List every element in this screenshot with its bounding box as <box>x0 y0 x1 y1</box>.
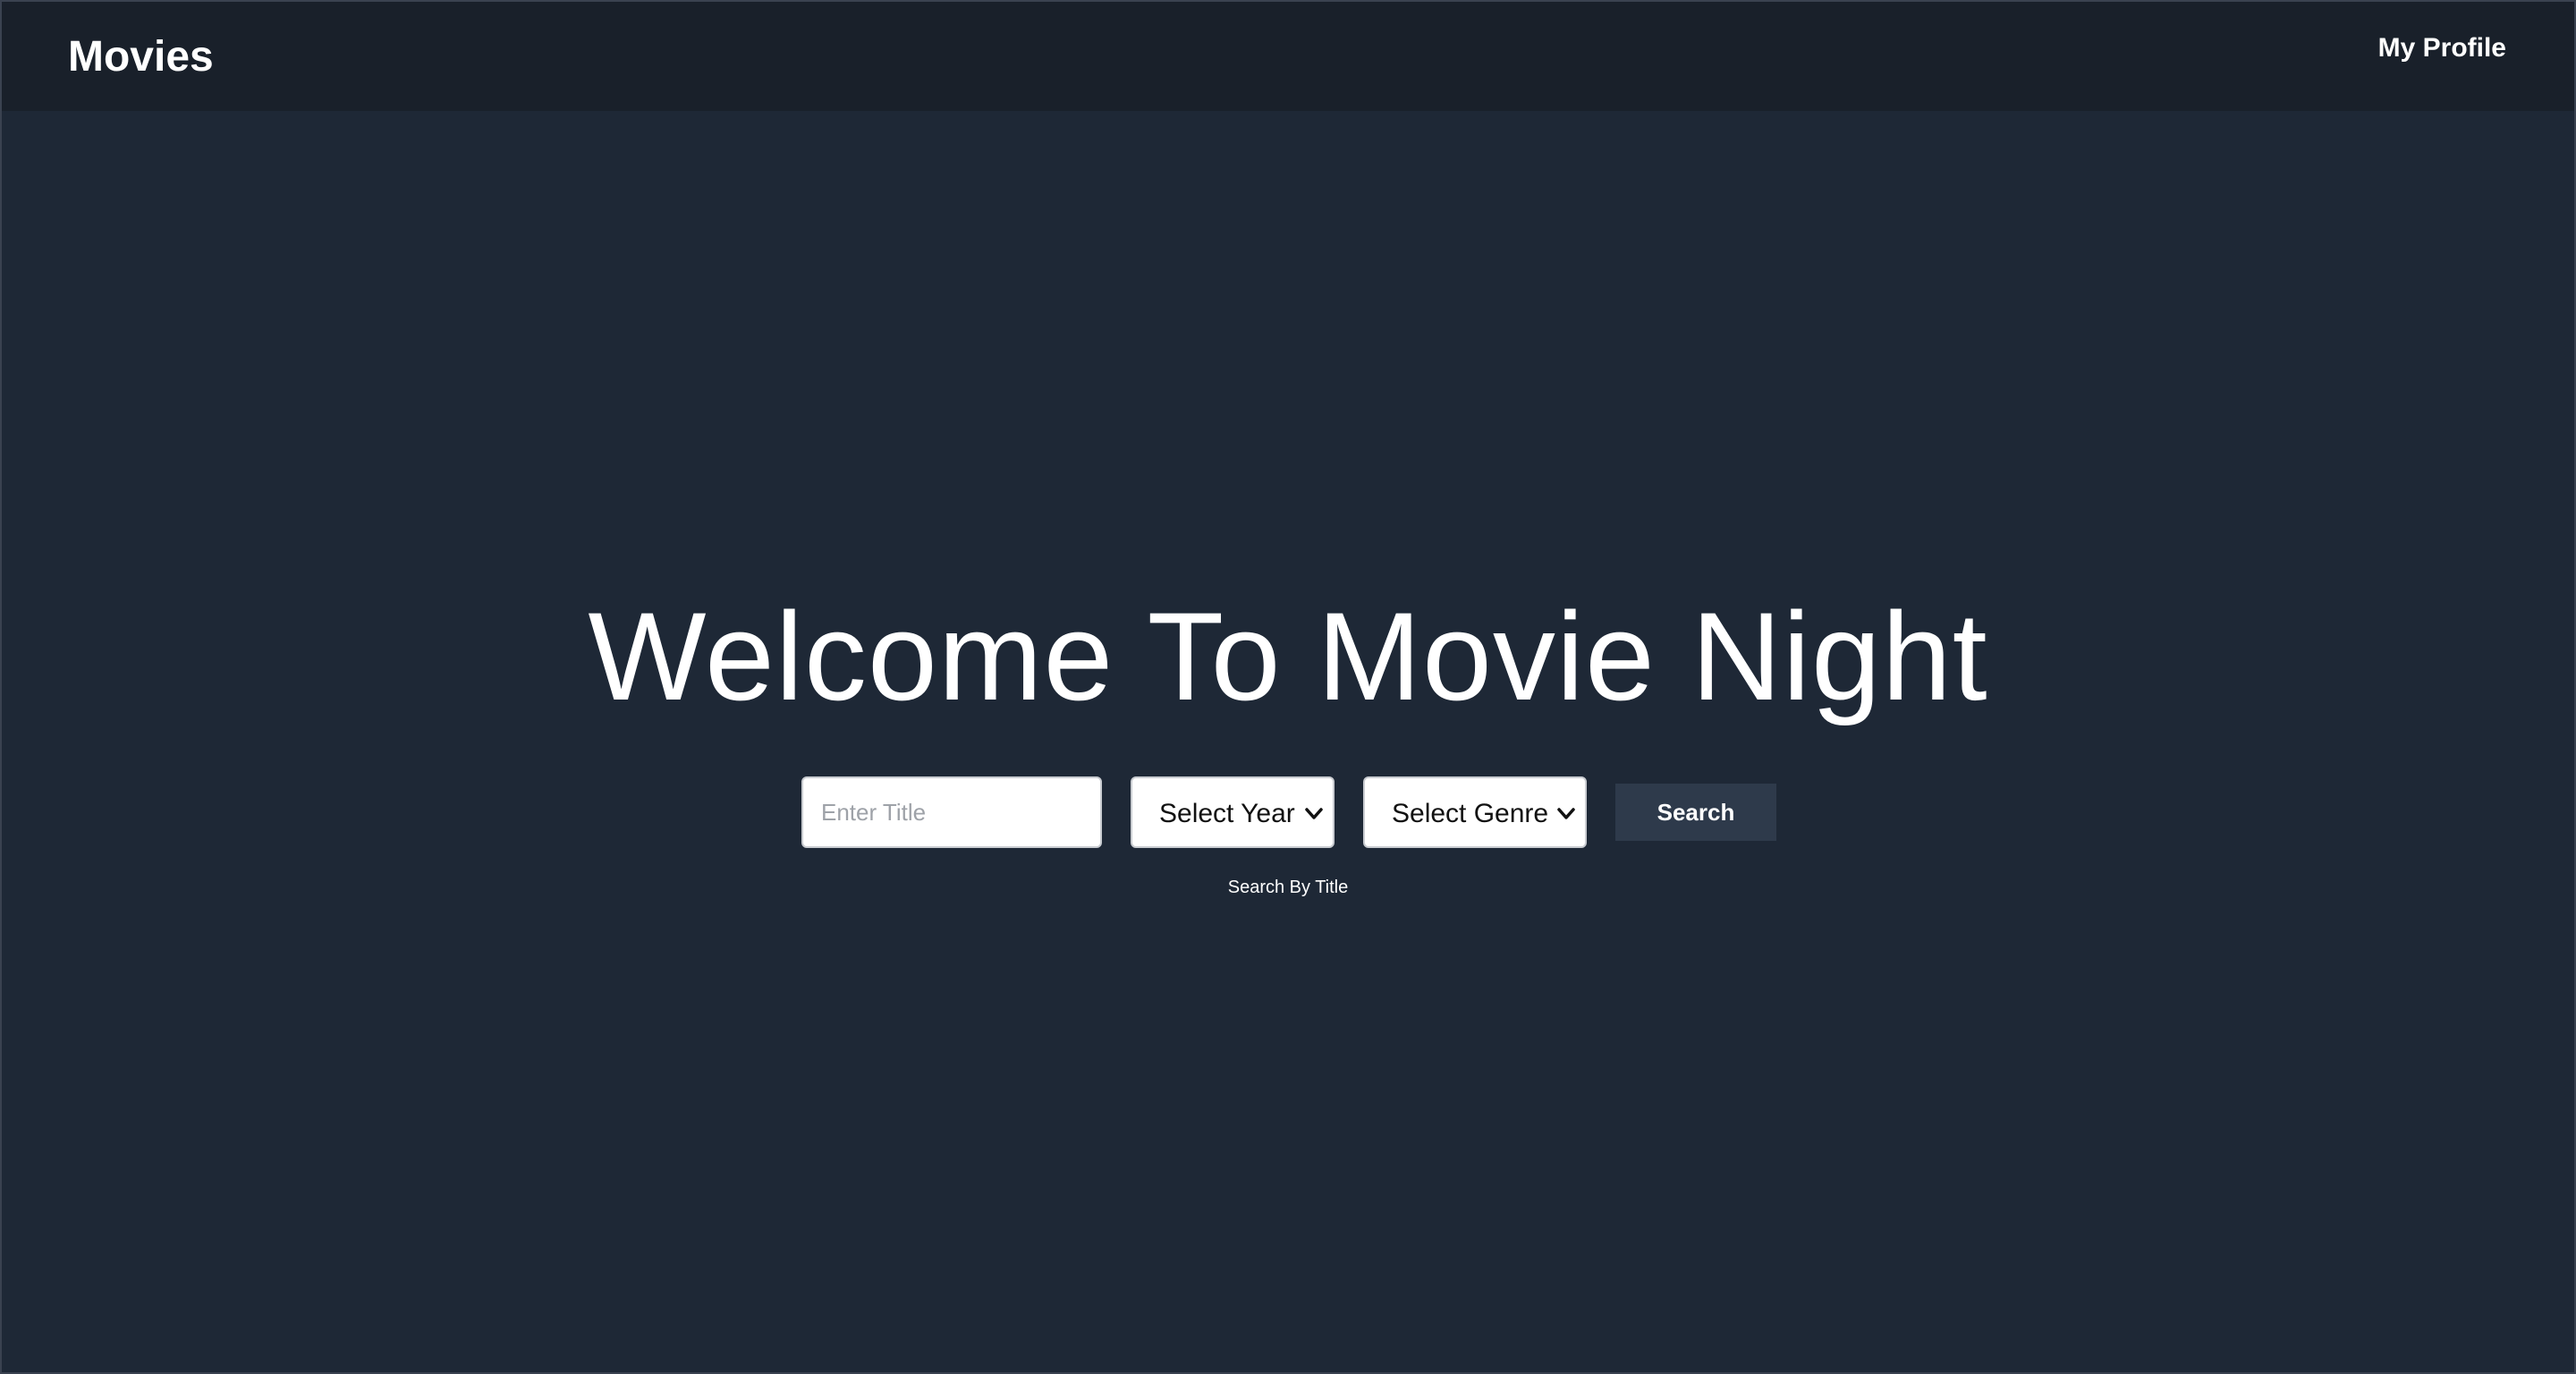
hero-title: Welcome To Movie Night <box>588 586 1988 726</box>
search-button[interactable]: Search <box>1615 784 1776 841</box>
search-form: Select Year Select Genre Search <box>2 776 2574 850</box>
year-select-value: Select Year <box>1159 799 1295 828</box>
chevron-down-icon <box>1305 808 1323 819</box>
genre-select[interactable]: Select Genre <box>1363 776 1587 848</box>
genre-select-value: Select Genre <box>1392 799 1549 828</box>
year-select[interactable]: Select Year <box>1131 776 1335 848</box>
brand-logo-link[interactable]: Movies <box>68 30 214 84</box>
app-window: Movies My Profile Welcome To Movie Night… <box>0 0 2576 1374</box>
navbar: Movies My Profile <box>2 2 2574 111</box>
title-search-input[interactable] <box>801 776 1102 848</box>
search-hint: Search By Title <box>1227 878 1349 897</box>
my-profile-link[interactable]: My Profile <box>2378 32 2506 64</box>
chevron-down-icon <box>1557 808 1575 819</box>
